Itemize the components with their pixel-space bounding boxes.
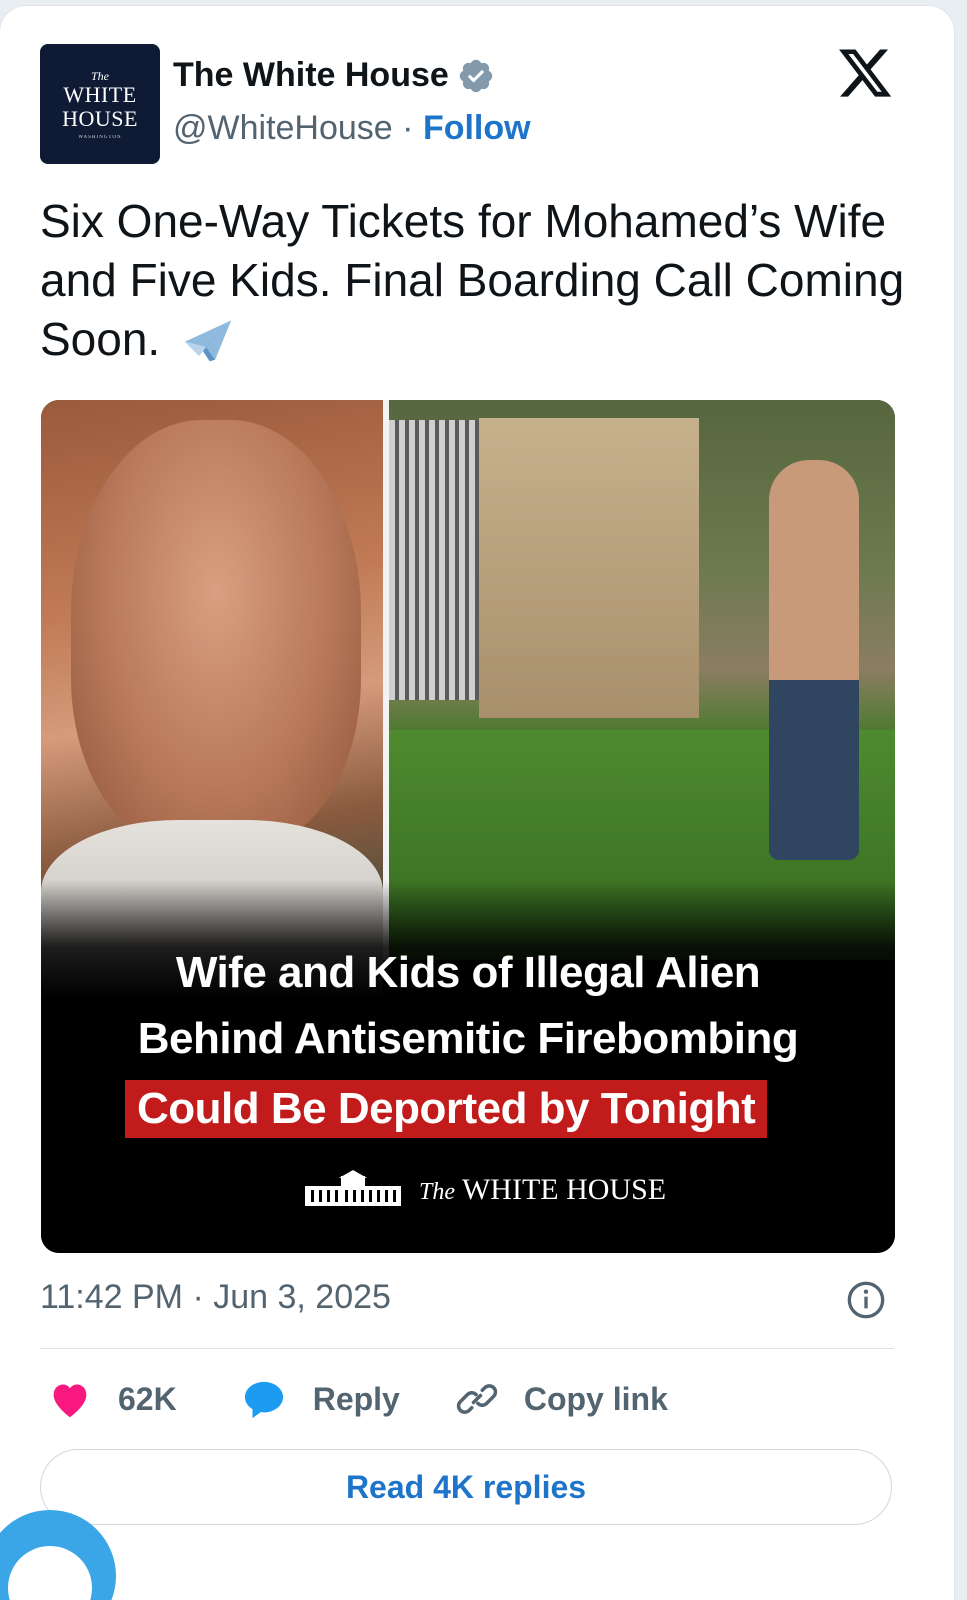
door-shape (389, 420, 479, 700)
image-headline-line2: Behind Antisemitic Firebombing (137, 1014, 799, 1063)
image-headline-line1: Wife and Kids of Illegal Alien (175, 948, 761, 997)
street-photo (389, 400, 895, 960)
divider-line (40, 1348, 894, 1349)
person-shape (769, 460, 859, 860)
reply-button[interactable]: Reply (241, 1378, 400, 1420)
read-replies-button[interactable]: Read 4K replies (40, 1449, 892, 1525)
wordmark-name: WHITE HOUSE (461, 1173, 667, 1206)
white-house-wordmark: The WHITE HOUSE (419, 1173, 666, 1207)
wordmark-the: The (419, 1179, 455, 1205)
tweet-card: The WHITE HOUSE WASHINGTON The White Hou… (0, 6, 954, 1600)
avatar-text-the: The (91, 68, 109, 83)
avatar-text-washington: WASHINGTON (78, 134, 122, 140)
airplane-icon (184, 320, 232, 362)
profile-silhouette-icon (8, 1546, 92, 1600)
white-house-building-icon (305, 1170, 401, 1206)
tweet-image[interactable]: Wife and Kids of Illegal Alien Behind An… (41, 400, 895, 1253)
avatar-text-white: WHITE (63, 81, 137, 107)
verified-badge-icon (459, 59, 493, 92)
author-name-row: The White House (173, 56, 495, 95)
copy-link-button[interactable]: Copy link (456, 1378, 668, 1420)
action-bar: 62K Reply Copy link (48, 1374, 668, 1424)
tweet-timestamp[interactable]: 11:42 PM · Jun 3, 2025 (40, 1278, 391, 1317)
reply-bubble-icon (244, 1381, 283, 1419)
mugshot-photo (41, 400, 383, 1000)
handle[interactable]: @WhiteHouse (173, 109, 393, 147)
info-icon[interactable] (846, 1280, 886, 1320)
like-button[interactable]: 62K (48, 1379, 177, 1419)
like-count: 62K (118, 1380, 177, 1417)
face-shape (71, 420, 361, 850)
building-shape (479, 418, 699, 718)
follow-button[interactable]: Follow (423, 109, 531, 147)
avatar-text-house: HOUSE (62, 105, 138, 131)
avatar[interactable]: The WHITE HOUSE WASHINGTON (40, 44, 160, 164)
reply-label: Reply (312, 1380, 400, 1417)
white-house-brandmark: The WHITE HOUSE (303, 1170, 666, 1210)
x-logo-icon[interactable] (836, 44, 894, 102)
heart-icon (53, 1384, 87, 1418)
separator-dot: · (402, 109, 414, 147)
tweet-body: Six One-Way Tickets for Mohamed’s Wife a… (40, 195, 905, 365)
handle-row: @WhiteHouse · Follow (173, 109, 531, 148)
display-name[interactable]: The White House (173, 56, 449, 95)
link-icon (456, 1384, 497, 1414)
tweet-text: Six One-Way Tickets for Mohamed’s Wife a… (40, 192, 920, 369)
image-headline-line3: Could Be Deported by Tonight (125, 1080, 768, 1138)
copy-link-label: Copy link (523, 1380, 668, 1417)
